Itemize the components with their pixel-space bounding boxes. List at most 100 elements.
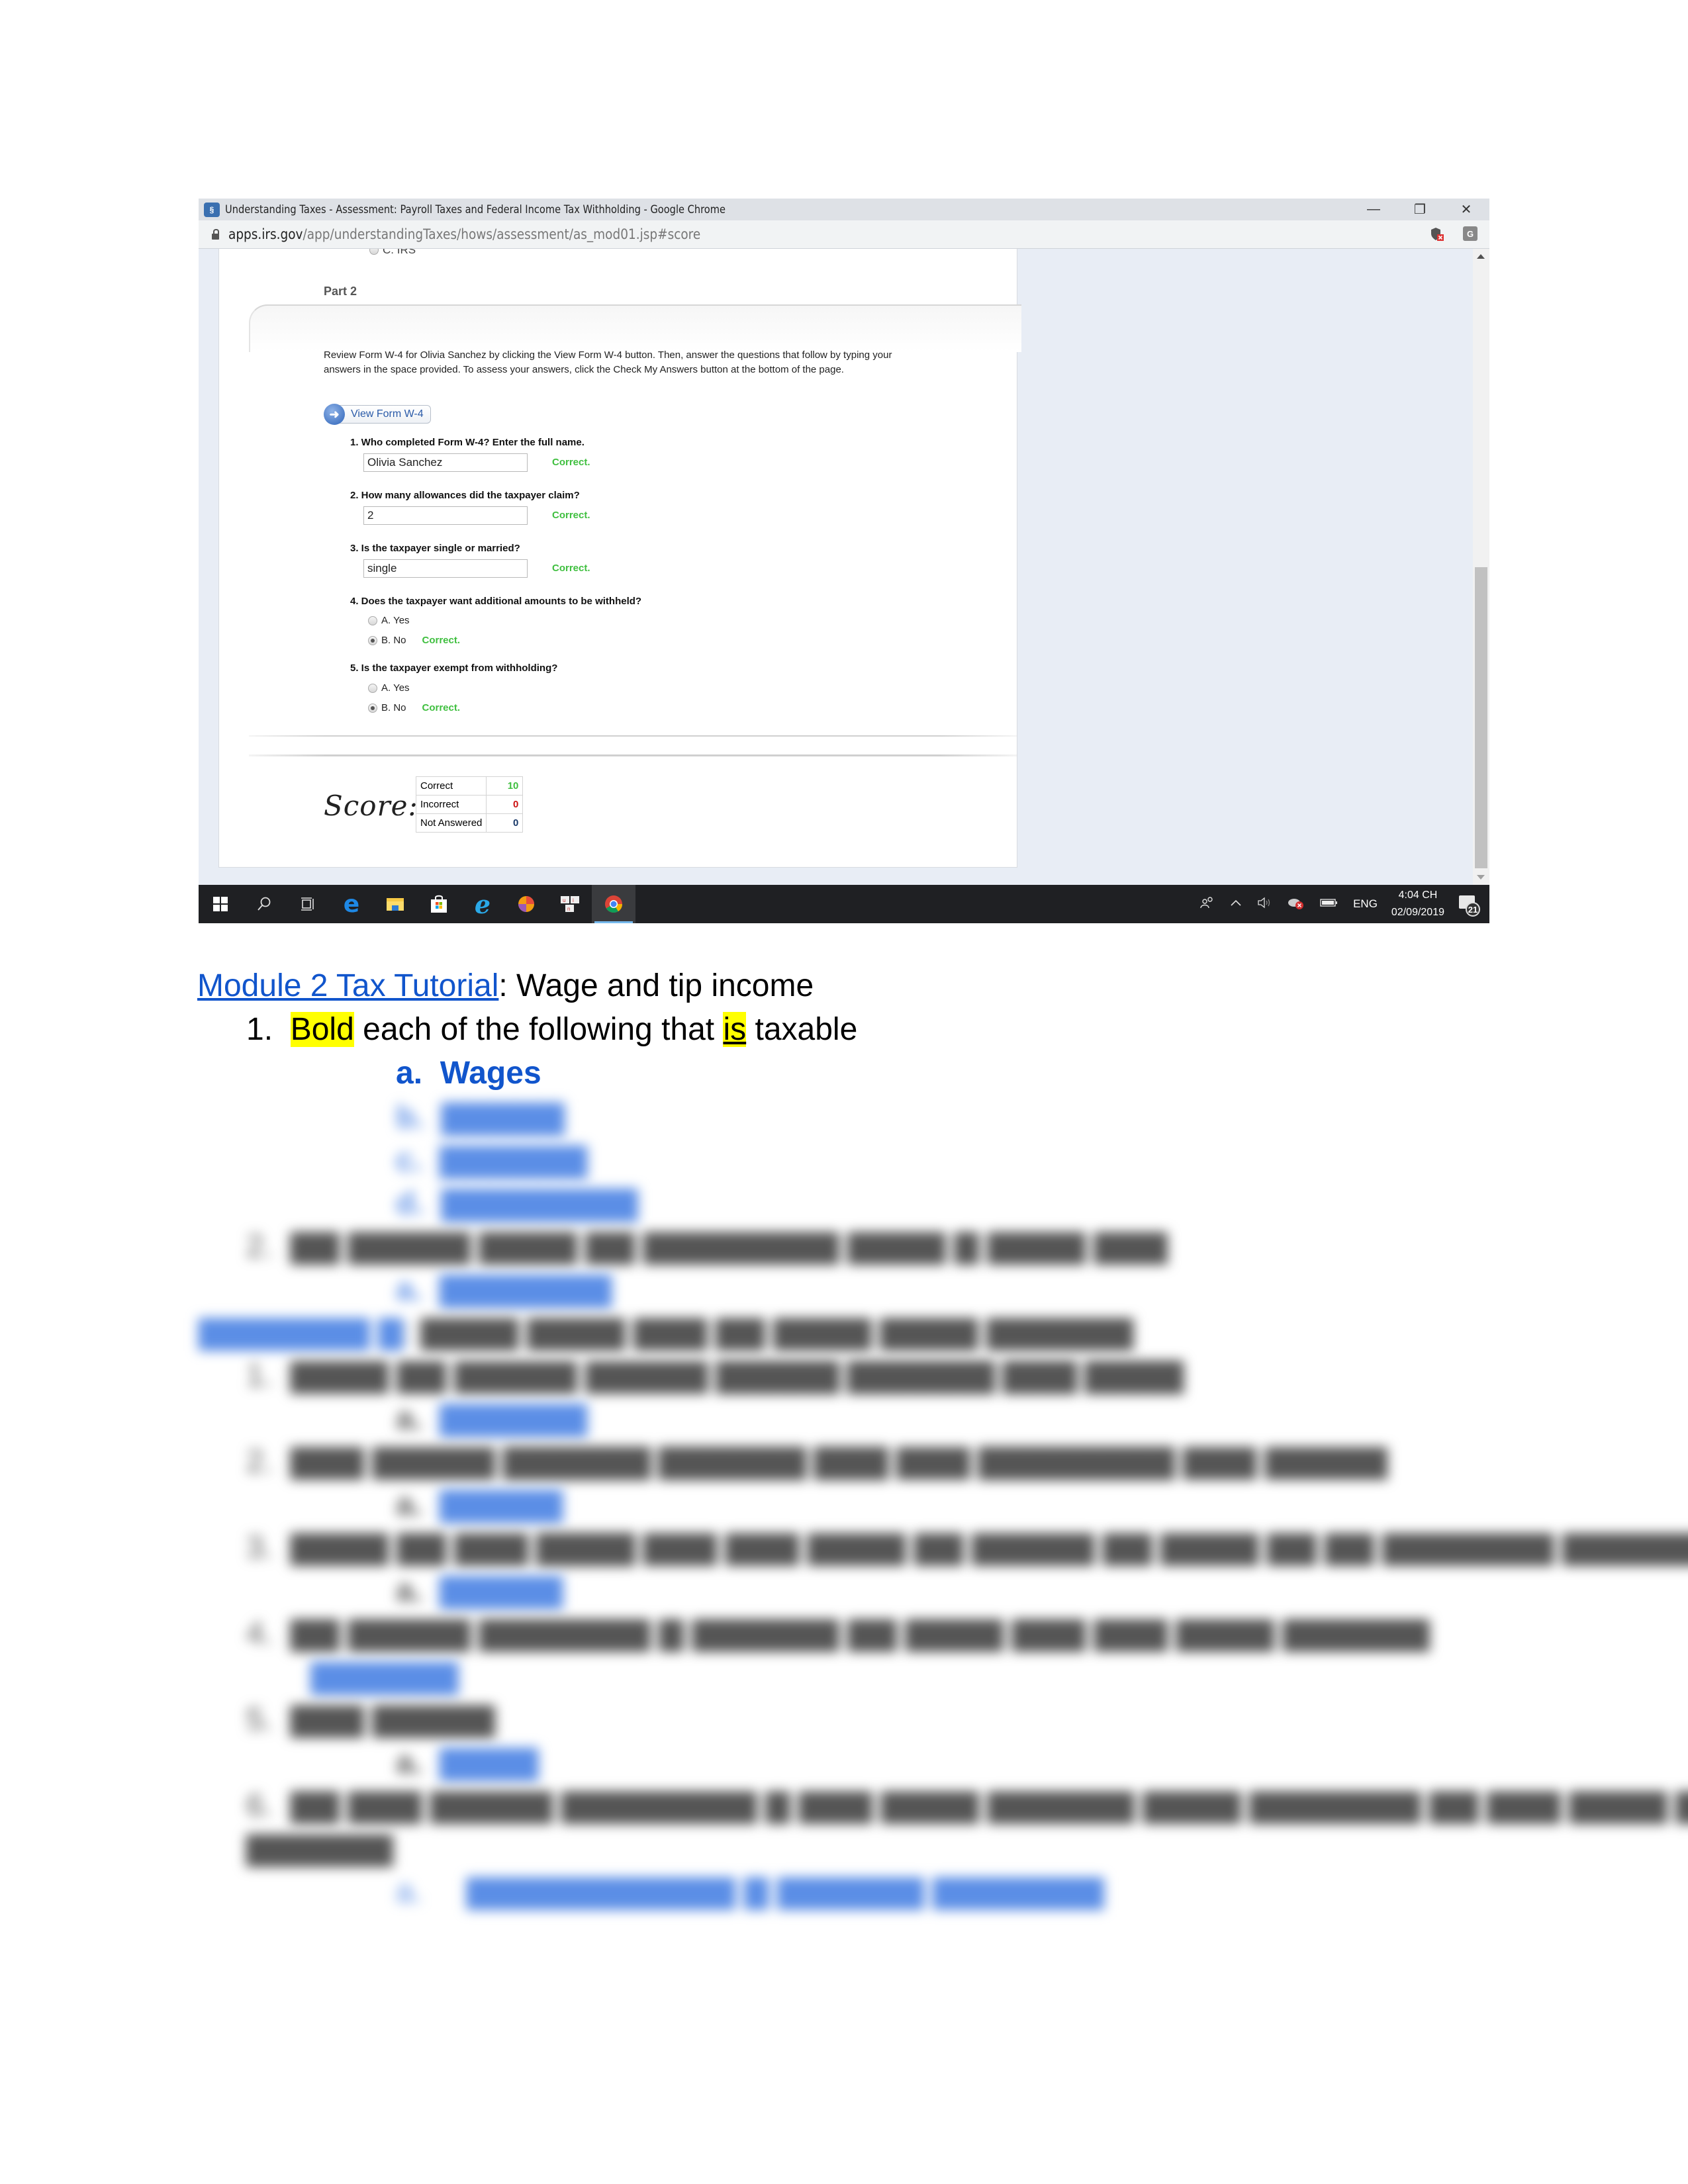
instructions: Review Form W-4 for Olivia Sanchez by cl… <box>324 349 892 375</box>
option-label: A. Yes <box>381 615 410 626</box>
radio-button-selected[interactable] <box>368 703 377 713</box>
vertical-scrollbar[interactable] <box>1473 249 1489 885</box>
maximize-button[interactable]: ❐ <box>1397 199 1443 220</box>
radio-button[interactable] <box>368 683 377 693</box>
store-icon[interactable] <box>417 885 461 923</box>
feedback-3: Correct. <box>552 563 590 574</box>
windows-start-icon[interactable] <box>199 885 242 923</box>
blurred-line: 6. ▇▇ ▇▇▇ ▇▇▇▇▇ ▇▇▇▇▇▇▇▇ ▇ ▇▇▇ ▇▇▇▇ ▇▇▇▇… <box>246 1788 1688 1823</box>
option-label: A. Yes <box>381 682 410 694</box>
score-row-label: Correct <box>415 776 487 796</box>
score-row-value: 10 <box>486 776 524 796</box>
answer-a: a. Wages <box>396 1055 541 1091</box>
search-icon[interactable] <box>242 885 286 923</box>
blurred-line: d. ▇▇▇▇▇▇▇▇ <box>396 1186 637 1221</box>
blurred-line: 1. ▇▇▇▇ ▇▇ ▇▇▇▇▇ ▇▇▇▇▇ ▇▇▇▇▇ ▇▇▇▇▇▇ ▇▇▇ … <box>246 1358 1184 1393</box>
blurred-line: 3. ▇▇▇▇ ▇▇ ▇▇▇ ▇▇▇▇ ▇▇▇ ▇▇▇ ▇▇▇▇ ▇▇ ▇▇▇▇… <box>246 1530 1688 1565</box>
blurred-line: a. ▇▇▇▇▇▇▇ <box>396 1272 612 1307</box>
minimize-button[interactable]: — <box>1350 199 1397 220</box>
blurred-line: a. ▇▇▇▇▇ <box>396 1573 563 1608</box>
svg-text:i: i <box>573 897 574 903</box>
keyboard-app-icon[interactable]: u in <box>548 885 592 923</box>
clock-date: 02/09/2019 <box>1391 907 1444 918</box>
internet-explorer-icon[interactable]: e <box>461 885 504 923</box>
scroll-down-icon[interactable] <box>1477 875 1485 880</box>
edge-icon[interactable]: e <box>330 885 373 923</box>
option-label: C. IRS <box>383 249 416 256</box>
score-row-incorrect: Incorrect 0 <box>415 795 524 814</box>
blurred-line: a. ▇▇▇▇▇▇▇▇▇▇▇ ▇ ▇▇▇▇▇▇ ▇▇▇▇▇▇▇ <box>396 1874 1104 1909</box>
option-5b[interactable]: B. No Correct. <box>368 702 460 713</box>
arrow-right-icon: ➜ <box>324 404 345 425</box>
google-translate-icon[interactable]: G <box>1463 226 1477 241</box>
blurred-line: a. ▇▇▇▇▇ <box>396 1487 563 1522</box>
question-1-line: 1. Bold each of the following that is ta… <box>246 1011 857 1048</box>
task-view-icon[interactable] <box>286 885 330 923</box>
assessment-page: C. IRS Part 2 Review Form W-4 for Olivia… <box>218 249 1021 868</box>
notification-count-badge: 21 <box>1466 902 1480 917</box>
button-label: View Form W-4 <box>338 405 431 424</box>
score-label: Score: <box>324 790 418 822</box>
people-icon[interactable] <box>1199 896 1215 913</box>
answer-2-input[interactable] <box>363 506 528 525</box>
battery-icon[interactable] <box>1320 898 1338 911</box>
feedback-2: Correct. <box>552 510 590 521</box>
clock[interactable]: 4:04 CH 02/09/2019 <box>1391 887 1444 921</box>
highlighted-word: Bold <box>290 1012 354 1047</box>
highlighted-underlined-word: is <box>723 1012 747 1047</box>
blurred-line: c. ▇▇▇▇▇▇ <box>396 1143 587 1178</box>
feedback-5: Correct. <box>422 702 461 713</box>
close-button[interactable]: ✕ <box>1443 199 1489 220</box>
score-row-value: 0 <box>486 795 524 814</box>
question-1: 1. Who completed Form W-4? Enter the ful… <box>350 437 585 448</box>
score-table: Correct 10 Incorrect 0 Not Answered 0 <box>415 776 524 833</box>
truncated-option[interactable]: C. IRS <box>369 249 416 257</box>
view-form-w4-button[interactable]: ➜ View Form W-4 <box>324 404 443 425</box>
radio-button[interactable] <box>368 615 377 625</box>
score-row-label: Not Answered <box>415 813 487 833</box>
part-label: Part 2 <box>324 285 357 298</box>
app-icon[interactable] <box>504 885 548 923</box>
score-row-label: Incorrect <box>415 795 487 814</box>
file-explorer-icon[interactable] <box>373 885 417 923</box>
onedrive-error-icon[interactable] <box>1287 895 1305 913</box>
scroll-up-icon[interactable] <box>1477 254 1485 259</box>
radio-button-selected[interactable] <box>368 635 377 645</box>
blurred-line: ▇▇▇▇▇▇▇ ▇: ▇▇▇▇ ▇▇▇▇ ▇▇▇ ▇▇ ▇▇▇▇ ▇▇▇▇ ▇▇… <box>199 1315 1134 1350</box>
option-4b[interactable]: B. No Correct. <box>368 635 460 646</box>
scrollbar-thumb[interactable] <box>1475 567 1487 868</box>
language-indicator[interactable]: ENG <box>1353 897 1378 911</box>
option-label: B. No <box>381 702 406 713</box>
score-row-correct: Correct 10 <box>415 776 524 796</box>
score-row-not-answered: Not Answered 0 <box>415 813 524 833</box>
blurred-line: b. ▇▇▇▇▇ <box>396 1100 564 1135</box>
blurred-line: ▇▇▇▇▇▇ <box>311 1659 458 1694</box>
blurred-line: 4. ▇▇ ▇▇▇▇▇ ▇▇▇▇▇▇▇ ▇ ▇▇▇▇▇▇ ▇▇ ▇▇▇▇ ▇▇▇… <box>246 1616 1430 1651</box>
radio-button[interactable] <box>369 249 379 255</box>
option-4a[interactable]: A. Yes <box>368 615 410 626</box>
address-bar[interactable]: apps.irs.gov/app/understandingTaxes/hows… <box>199 220 1489 249</box>
action-center-icon[interactable]: 21 <box>1456 894 1480 917</box>
clock-time: 4:04 CH <box>1398 889 1438 901</box>
answer-1-input[interactable] <box>363 453 528 472</box>
module-heading: Module 2 Tax Tutorial: Wage and tip inco… <box>197 968 814 1004</box>
volume-icon[interactable] <box>1256 896 1272 913</box>
svg-text:n: n <box>567 906 570 912</box>
module-2-tax-tutorial-link[interactable]: Module 2 Tax Tutorial <box>197 968 498 1003</box>
url-text[interactable]: apps.irs.gov/app/understandingTaxes/hows… <box>228 226 700 242</box>
irs-favicon-icon: § <box>204 202 220 217</box>
blurred-line: a. ▇▇▇▇ <box>396 1745 538 1780</box>
question-4: 4. Does the taxpayer want additional amo… <box>350 596 642 607</box>
answer-3-input[interactable] <box>363 559 528 578</box>
blurred-line: 2. ▇▇ ▇▇▇▇▇ ▇▇▇▇ ▇▇ ▇▇▇▇▇▇▇▇ ▇▇▇▇ ▇ ▇▇▇▇… <box>246 1229 1168 1264</box>
shield-blocked-icon[interactable] <box>1430 227 1444 242</box>
answer-text: Wages <box>440 1056 541 1091</box>
chevron-up-icon[interactable] <box>1230 898 1242 910</box>
window-title: Understanding Taxes - Assessment: Payrol… <box>225 203 726 216</box>
chrome-icon[interactable] <box>592 885 635 923</box>
svg-text:u: u <box>563 897 565 903</box>
feedback-1: Correct. <box>552 457 590 468</box>
title-bar: § Understanding Taxes - Assessment: Payr… <box>199 199 1489 220</box>
question-5: 5. Is the taxpayer exempt from withholdi… <box>350 662 558 674</box>
option-5a[interactable]: A. Yes <box>368 682 410 694</box>
